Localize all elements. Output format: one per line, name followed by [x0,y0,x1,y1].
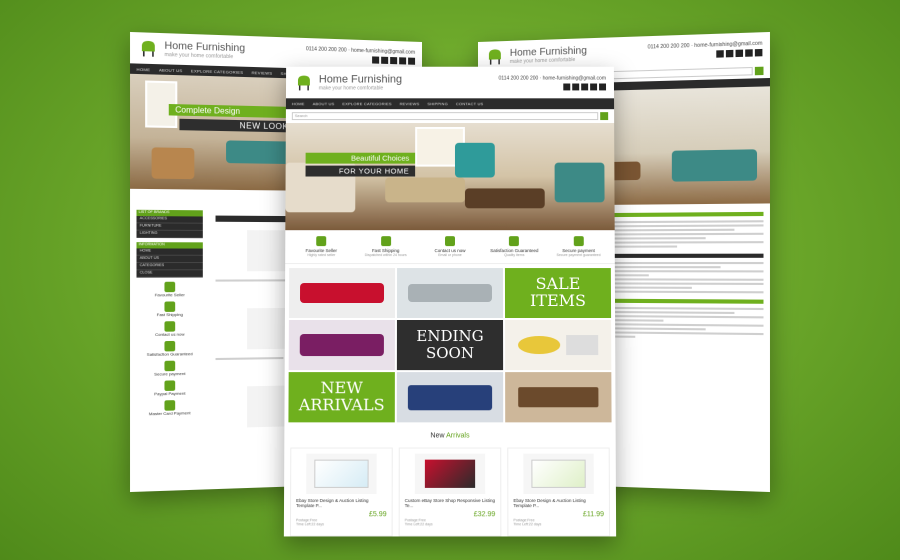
social-icons [306,54,416,65]
star-icon [316,236,327,247]
dining-tile[interactable] [505,372,612,423]
side-feature: Satisfaction Guaranteed [137,340,203,357]
contact-info: 0114 200 200 200 · home-furnishing@gmail… [498,75,606,82]
hero-line1: Beautiful Choices [305,152,416,164]
nav-item-home[interactable]: HOME [292,101,305,106]
product-title[interactable]: Ebay Store Design & Auction Listing Temp… [296,498,387,508]
sidebar-item[interactable]: ABOUT US [136,255,203,264]
nav-item[interactable]: ABOUT US [159,67,183,73]
sidebar-item[interactable]: HOME [136,248,203,256]
social-icons [499,83,607,90]
sidebar-item[interactable]: CLOSE [136,270,203,278]
lounge-tile[interactable] [505,319,612,371]
brand-name: Home Furnishing [318,73,403,86]
bedding-tile[interactable] [396,372,504,423]
features-bar: Favourite Seller Highly rated seller Fast… [285,230,615,265]
product-title[interactable]: Custom eBay Store Shop Responsive Listin… [405,498,496,508]
sale-items-tile[interactable]: SALE ITEMS [504,268,612,318]
lock-icon [573,236,584,247]
red-sofa-tile[interactable] [288,268,396,318]
product-title[interactable]: Ebay Store Design & Auction Listing Temp… [513,498,604,508]
mail-icon[interactable] [599,83,607,90]
social-icons [648,48,763,59]
side-feature: Fast Shipping [137,301,203,317]
brand-tagline: make your home comfortable [318,85,384,92]
sidebar-item[interactable]: LIGHTING [136,230,203,239]
side-feature: Paypal Payment [137,380,203,397]
thumb-up-icon [164,340,176,352]
feature-favourite: Favourite Seller Highly rated seller [296,236,346,257]
search-button[interactable] [600,112,609,121]
left-sidebar: LIST OF BRANDS ACCESSORIES FURNITURE LIG… [136,209,203,421]
product-image[interactable] [306,453,377,494]
product-time-left: Time Left:22 days [295,522,324,527]
side-feature: Secure payment [137,360,203,377]
hero-line2: FOR YOUR HOME [305,165,416,177]
hero-banner: Beautiful Choices FOR YOUR HOME [285,123,615,231]
product-image[interactable] [523,453,594,494]
paypal-icon [164,380,176,391]
product-card[interactable]: Custom eBay Store Shop Responsive Listin… [398,447,502,537]
product-card[interactable]: Ebay Store Design & Auction Listing Temp… [507,447,611,537]
product-row: Ebay Store Design & Auction Listing Temp… [284,447,616,537]
nav-item-reviews[interactable]: REVIEWS [400,101,420,106]
search-bar: Search [286,109,614,123]
product-price: £11.99 [582,511,604,519]
main-page-preview: Home Furnishing make your home comfortab… [283,66,617,537]
purple-sofa-tile[interactable] [288,319,395,371]
truck-icon [164,301,176,312]
chair-logo-icon [141,40,155,57]
chair-logo-icon [297,75,310,91]
side-feature: Contact us now [137,321,203,337]
google-icon[interactable] [590,83,598,90]
feature-satisfaction: Satisfaction Guaranteed Quality items [489,236,539,257]
category-grid: SALE ITEMS ENDING SOON NEW ARRIVALS [284,264,615,423]
product-time-left: Time Left:22 days [404,522,433,527]
nav-item-about[interactable]: ABOUT US [313,101,335,106]
chair-logo-icon [488,49,501,65]
nav-item-contact[interactable]: CONTACT US [456,101,483,106]
grey-sofa-tile[interactable] [396,268,504,318]
new-arrivals-heading: New Arrivals [430,432,470,440]
mail-icon [444,236,455,247]
product-price: £5.99 [368,511,387,519]
product-image[interactable] [414,453,486,494]
card-icon [164,400,176,411]
mail-icon [164,321,176,332]
product-price: £32.99 [473,511,496,519]
product-card[interactable]: Ebay Store Design & Auction Listing Temp… [289,447,393,537]
search-button[interactable] [754,66,764,76]
feature-shipping: Fast Shipping Dispatched within 24 hours [361,236,411,257]
nav-item[interactable]: HOME [137,66,151,72]
feature-secure: Secure payment Secure payment guaranteed [554,236,604,257]
pinterest-icon[interactable] [581,83,589,90]
twitter-icon[interactable] [572,83,580,90]
side-feature: Favourite Seller [137,281,203,298]
truck-icon [380,236,391,247]
product-time-left: Time Left:22 days [513,522,542,527]
feature-contact: Contact us now Email or phone [425,236,475,257]
facebook-icon[interactable] [563,83,571,90]
main-nav: HOME ABOUT US EXPLORE CATEGORIES REVIEWS… [285,98,615,110]
side-feature: Master Card Payment [137,400,203,417]
ending-soon-tile[interactable]: ENDING SOON [396,319,504,371]
sidebar-item[interactable]: CATEGORIES [136,263,203,271]
hero-line2: NEW LOOK [179,118,295,133]
new-arrivals-tile[interactable]: NEW ARRIVALS [288,372,395,423]
nav-item-shipping[interactable]: SHIPPING [427,101,448,106]
nav-item-categories[interactable]: EXPLORE CATEGORIES [342,101,391,106]
nav-item[interactable]: REVIEWS [252,70,273,76]
star-icon [164,281,176,293]
thumb-up-icon [509,236,520,247]
search-input[interactable]: Search [291,112,599,121]
nav-item[interactable]: EXPLORE CATEGORIES [191,68,243,75]
lock-icon [164,360,176,372]
